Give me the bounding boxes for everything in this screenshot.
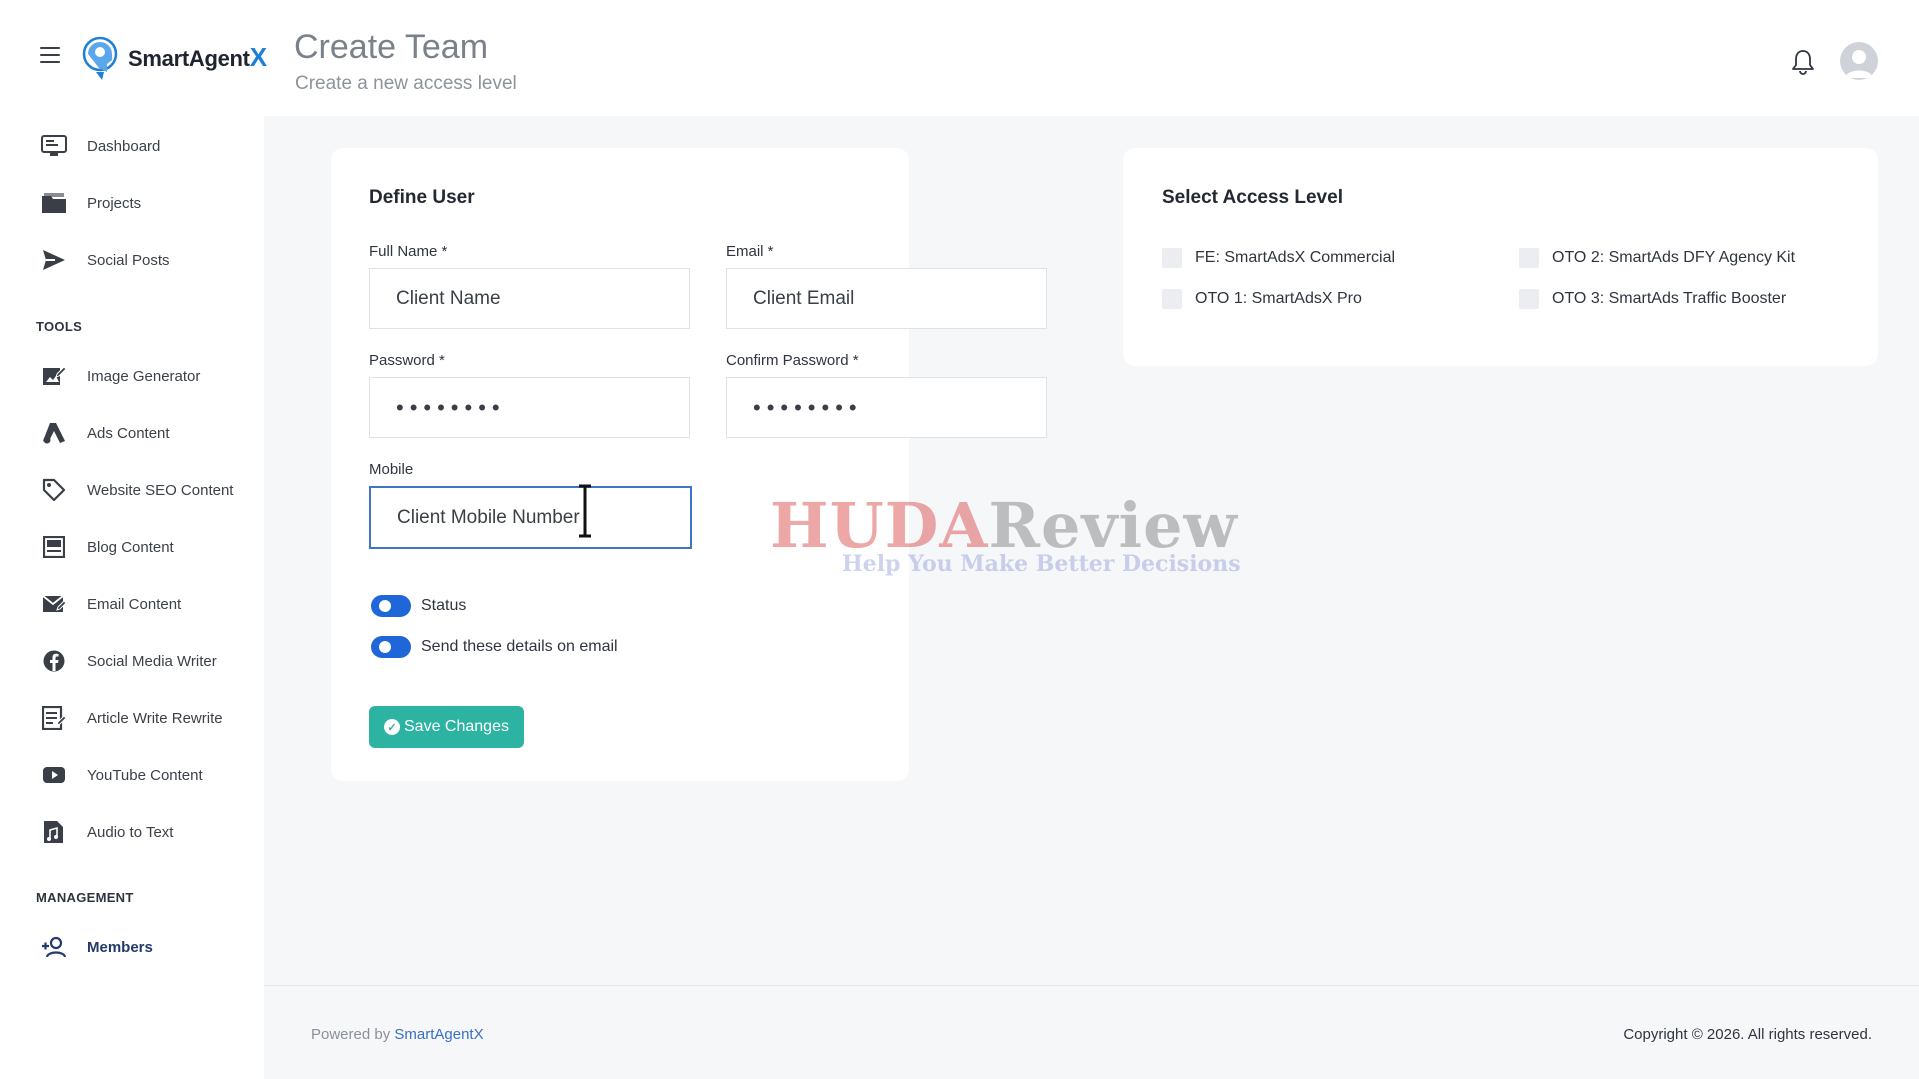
send-email-toggle-label: Send these details on email (421, 638, 618, 655)
mobile-label: Mobile (369, 461, 414, 478)
sidebar-item-dashboard[interactable]: Dashboard (40, 131, 160, 161)
page-title: Create Team (294, 28, 489, 66)
checkbox[interactable] (1519, 248, 1539, 268)
logo-text: SmartAgentX (128, 41, 267, 72)
sidebar-item-audio-to-text[interactable]: Audio to Text (40, 817, 173, 847)
sidebar-item-label: Social Media Writer (87, 652, 217, 670)
status-toggle[interactable] (371, 595, 411, 617)
folder-icon (40, 189, 68, 217)
menu-icon[interactable] (40, 47, 62, 63)
access-option-label: FE: SmartAdsX Commercial (1195, 249, 1396, 266)
sidebar-item-label: Email Content (87, 595, 182, 613)
access-option-fe[interactable]: FE: SmartAdsX Commercial (1162, 248, 1395, 268)
sidebar-item-label: YouTube Content (87, 766, 203, 784)
access-option-label: OTO 1: SmartAdsX Pro (1195, 290, 1362, 307)
sidebar-item-projects[interactable]: Projects (40, 188, 141, 218)
status-toggle-label: Status (421, 597, 467, 614)
top-header: SmartAgentX Create Team Create a new acc… (0, 0, 1919, 116)
sidebar-item-image-generator[interactable]: Image Generator (40, 361, 200, 391)
sidebar-item-ads-content[interactable]: Ads Content (40, 418, 170, 448)
sidebar-item-label: Image Generator (87, 367, 201, 385)
sidebar-item-email-content[interactable]: Email Content (40, 589, 181, 619)
confirm-password-input[interactable] (726, 377, 1047, 438)
check-circle-icon: ✓ (384, 719, 400, 735)
confirm-password-label: Confirm Password * (726, 352, 859, 369)
define-user-card: Define User Full Name * Email * Password… (331, 148, 1047, 781)
sidebar-item-label: Members (87, 938, 153, 956)
mobile-input[interactable] (369, 486, 692, 549)
mail-edit-icon (40, 590, 68, 618)
save-changes-button[interactable]: ✓ Save Changes (369, 706, 524, 748)
management-section-label: MANAGEMENT (36, 890, 134, 905)
sidebar-item-blog-content[interactable]: Blog Content (40, 532, 174, 562)
footer: Powered by SmartAgentX Copyright © 2026.… (264, 985, 1919, 1079)
audio-file-icon (40, 818, 68, 846)
email-label: Email * (726, 243, 774, 260)
checkbox[interactable] (1519, 289, 1539, 309)
powered-by-link[interactable]: SmartAgentX (394, 1026, 483, 1043)
avatar[interactable] (1840, 42, 1878, 80)
access-option-oto3[interactable]: OTO 3: SmartAds Traffic Booster (1519, 289, 1786, 309)
sidebar-item-social-posts[interactable]: Social Posts (40, 245, 170, 275)
sidebar-item-label: Audio to Text (87, 823, 174, 841)
send-icon (40, 246, 68, 274)
add-user-icon (40, 933, 68, 961)
sidebar-item-members[interactable]: Members (40, 932, 153, 962)
sidebar-item-label: Projects (87, 194, 142, 212)
logo[interactable]: SmartAgentX (78, 32, 267, 82)
save-button-label: Save Changes (404, 718, 509, 735)
password-label: Password * (369, 352, 445, 369)
full-name-label: Full Name * (369, 243, 448, 260)
article-icon (40, 704, 68, 732)
facebook-icon (40, 647, 68, 675)
sidebar-item-label: Ads Content (87, 424, 170, 442)
user-avatar-icon (1845, 50, 1873, 78)
page-subtitle: Create a new access level (295, 73, 517, 94)
blog-icon (40, 533, 68, 561)
powered-by: Powered by SmartAgentX (311, 1026, 484, 1043)
password-input[interactable] (369, 377, 690, 438)
access-level-title: Select Access Level (1162, 187, 1343, 208)
monitor-icon (40, 132, 68, 160)
access-option-label: OTO 3: SmartAds Traffic Booster (1552, 290, 1787, 307)
ads-icon (40, 419, 68, 447)
main-content: Define User Full Name * Email * Password… (264, 116, 1919, 985)
copyright: Copyright © 2026. All rights reserved. (1623, 1026, 1872, 1043)
email-input[interactable] (726, 268, 1047, 329)
access-option-label: OTO 2: SmartAds DFY Agency Kit (1552, 249, 1796, 266)
sidebar-item-social-media-writer[interactable]: Social Media Writer (40, 646, 217, 676)
sidebar-item-label: Dashboard (87, 137, 161, 155)
sidebar-item-article-write-rewrite[interactable]: Article Write Rewrite (40, 703, 223, 733)
sidebar: Dashboard Projects Social Posts TOOLS Im… (0, 116, 264, 1079)
access-option-oto1[interactable]: OTO 1: SmartAdsX Pro (1162, 289, 1362, 309)
send-email-toggle[interactable] (371, 636, 411, 658)
tools-section-label: TOOLS (36, 319, 83, 334)
logo-head-icon (82, 36, 118, 80)
sidebar-item-label: Social Posts (87, 251, 170, 269)
checkbox[interactable] (1162, 248, 1182, 268)
sidebar-item-label: Blog Content (87, 538, 174, 556)
tag-icon (40, 476, 68, 504)
full-name-input[interactable] (369, 268, 690, 329)
bell-icon[interactable] (1790, 48, 1816, 76)
sidebar-item-website-seo-content[interactable]: Website SEO Content (40, 475, 233, 505)
sidebar-item-label: Website SEO Content (87, 481, 234, 499)
checkbox[interactable] (1162, 289, 1182, 309)
define-user-title: Define User (369, 187, 475, 208)
access-level-card: Select Access Level FE: SmartAdsX Commer… (1123, 148, 1878, 366)
image-edit-icon (40, 362, 68, 390)
sidebar-item-youtube-content[interactable]: YouTube Content (40, 760, 203, 790)
sidebar-item-label: Article Write Rewrite (87, 709, 223, 727)
youtube-icon (40, 761, 68, 789)
access-option-oto2[interactable]: OTO 2: SmartAds DFY Agency Kit (1519, 248, 1795, 268)
